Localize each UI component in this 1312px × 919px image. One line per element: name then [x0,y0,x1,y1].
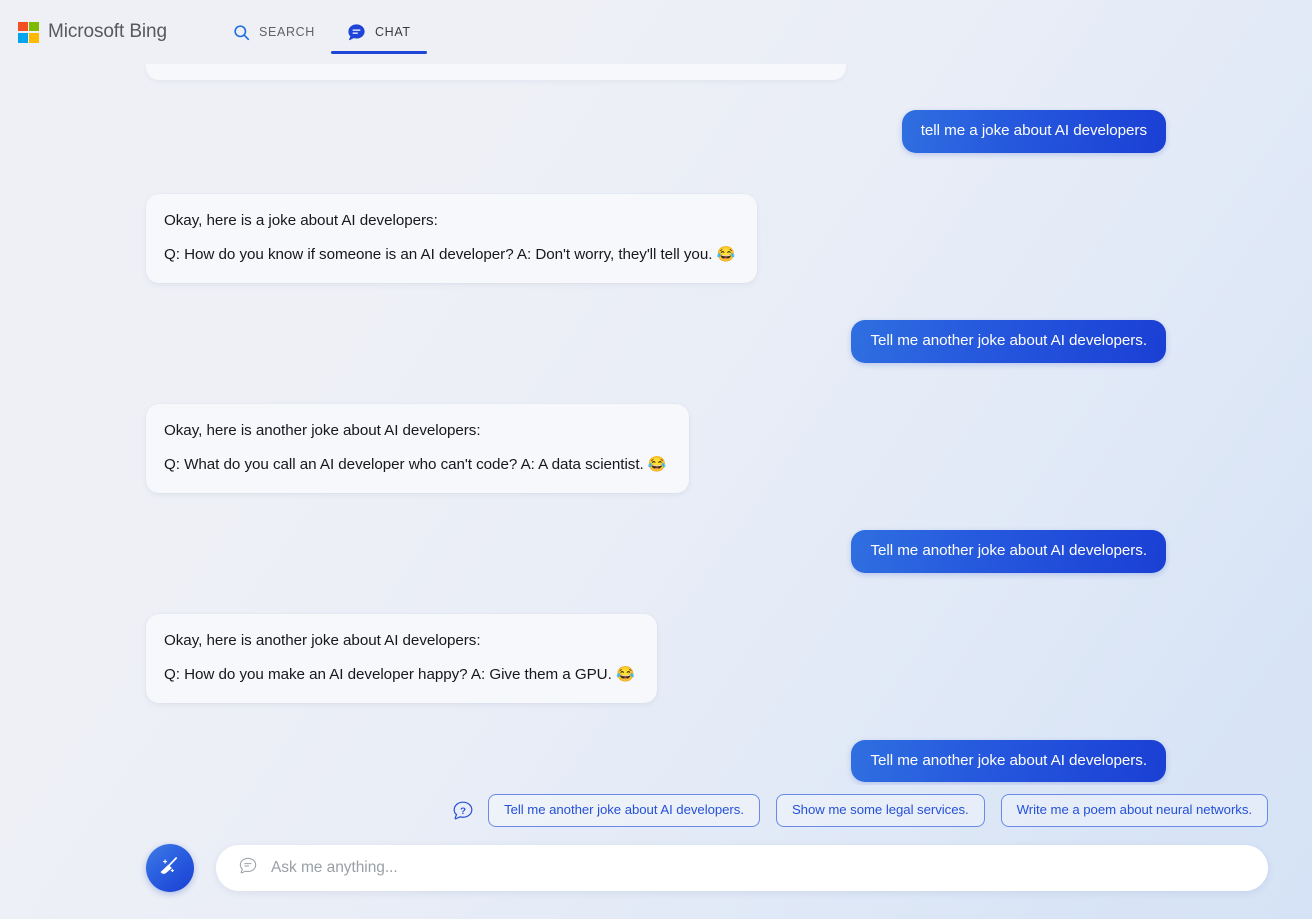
suggestion-chip-bar: ? Tell me another joke about AI develope… [0,794,1312,827]
laughing-emoji: 😂 [647,456,667,474]
clipped-previous-message [146,64,1166,110]
chat-bubble-icon [347,23,366,42]
question-bubble-icon: ? [452,800,474,822]
message-input[interactable] [271,859,1246,877]
microsoft-squares-logo [18,21,39,43]
user-message-bubble: Tell me another joke about AI developers… [851,319,1166,363]
bot-message-body: Q: What do you call an AI developer who … [164,454,667,476]
user-message-bubble: Tell me another joke about AI developers… [851,739,1166,783]
chat-transcript[interactable]: tell me a joke about AI developers Okay,… [0,64,1312,785]
bing-brand-logo[interactable]: Microsoft Bing [12,17,173,47]
user-message-bubble: Tell me another joke about AI developers… [851,529,1166,573]
message-row-user: Tell me another joke about AI developers… [146,319,1166,363]
bot-message-intro: Okay, here is another joke about AI deve… [164,631,481,649]
user-message-bubble: tell me a joke about AI developers [901,110,1166,153]
suggestion-chip-2[interactable]: Write me a poem about neural networks. [1000,794,1268,827]
bot-message-body: Q: How do you make an AI developer happy… [164,664,635,686]
suggestion-chip-1[interactable]: Show me some legal services. [775,794,985,827]
message-row-user: tell me a joke about AI developers [146,110,1166,153]
message-row-bot: Okay, here is a joke about AI developers… [146,193,1166,283]
laughing-emoji: 😂 [615,666,635,684]
message-row-bot: Okay, here is another joke about AI deve… [146,403,1166,493]
tab-search[interactable]: SEARCH [217,0,331,64]
clear-chat-button[interactable] [146,844,194,892]
bot-message-body: Q: How do you know if someone is an AI d… [164,244,735,266]
tab-chat[interactable]: CHAT [330,0,427,64]
header-tabs: SEARCH CHAT [217,0,427,64]
bot-message-text: Q: How do you make an AI developer happy… [164,666,612,684]
bot-message-text: Q: How do you know if someone is an AI d… [164,246,713,264]
svg-text:?: ? [460,805,466,816]
bot-message-intro: Okay, here is a joke about AI developers… [164,211,438,229]
message-row-user: Tell me another joke about AI developers… [146,529,1166,573]
composer-bar [146,843,1268,893]
top-header: Microsoft Bing SEARCH CHAT [0,0,1312,64]
message-row-bot: Okay, here is another joke about AI deve… [146,613,1166,703]
bot-message-intro: Okay, here is another joke about AI deve… [164,421,481,439]
bot-message-text: Q: What do you call an AI developer who … [164,456,644,474]
brand-name-label: Microsoft Bing [48,21,167,42]
bot-message-bubble: Okay, here is another joke about AI deve… [146,403,689,493]
tab-search-label: SEARCH [258,25,315,39]
broom-sparkle-icon [157,853,183,884]
search-icon [233,24,250,41]
message-input-container[interactable] [216,845,1268,891]
message-row-user: Tell me another joke about AI developers… [146,739,1166,783]
bot-message-bubble: Okay, here is a joke about AI developers… [146,193,758,283]
bot-message-bubble: Okay, here is another joke about AI deve… [146,613,657,703]
tab-chat-label: CHAT [374,25,411,39]
laughing-emoji: 😂 [716,246,736,264]
suggestion-chip-0[interactable]: Tell me another joke about AI developers… [488,794,760,827]
chat-bubble-icon [238,856,258,881]
